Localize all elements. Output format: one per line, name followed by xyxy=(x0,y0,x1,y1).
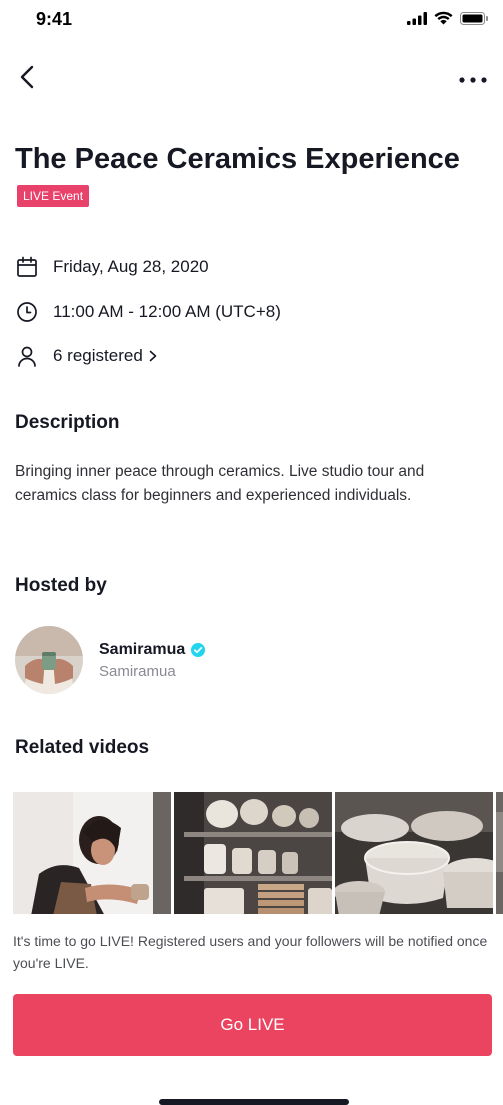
avatar[interactable] xyxy=(15,626,83,694)
registered-users-link[interactable]: 6 registered xyxy=(15,344,157,368)
battery-icon xyxy=(460,11,489,30)
event-title: The Peace Ceramics Experience LIVE Event xyxy=(15,140,485,216)
go-live-footer: It's time to go LIVE! Registered users a… xyxy=(0,914,503,1105)
video-thumbnail[interactable] xyxy=(174,792,332,916)
video-thumbnail[interactable] xyxy=(335,792,493,916)
event-title-text: The Peace Ceramics Experience xyxy=(15,143,460,175)
hosted-by-heading: Hosted by xyxy=(15,575,107,596)
more-options-button[interactable] xyxy=(451,60,495,98)
event-date: Friday, Aug 28, 2020 xyxy=(53,257,209,276)
event-date-row: Friday, Aug 28, 2020 xyxy=(15,255,209,279)
live-event-badge: LIVE Event xyxy=(17,185,90,207)
home-indicator xyxy=(159,1099,349,1105)
related-videos-heading: Related videos xyxy=(15,737,150,758)
back-button[interactable] xyxy=(10,60,44,98)
calendar-icon xyxy=(15,255,39,279)
more-horizontal-icon xyxy=(459,70,487,88)
description-heading: Description xyxy=(15,412,120,433)
host-info: Samiramua Samiramua xyxy=(99,640,206,680)
video-thumbnail[interactable] xyxy=(496,792,503,916)
wifi-icon xyxy=(434,11,453,30)
host-handle: Samiramua xyxy=(99,662,176,680)
chevron-left-icon xyxy=(20,65,34,94)
chevron-right-icon xyxy=(149,350,157,362)
cellular-signal-icon xyxy=(407,11,427,30)
nav-bar xyxy=(0,56,503,102)
video-thumbnail[interactable] xyxy=(13,792,171,916)
status-bar: 9:41 xyxy=(0,0,503,44)
person-icon xyxy=(15,344,39,368)
go-live-notice: It's time to go LIVE! Registered users a… xyxy=(13,933,488,971)
event-time-row: 11:00 AM - 12:00 AM (UTC+8) xyxy=(15,300,281,324)
go-live-button[interactable]: Go LIVE xyxy=(13,994,492,1056)
event-header: The Peace Ceramics Experience LIVE Event xyxy=(15,140,485,216)
description-text: Bringing inner peace through ceramics. L… xyxy=(15,463,425,504)
host-name-row: Samiramua xyxy=(99,640,206,659)
host-profile[interactable]: Samiramua Samiramua xyxy=(15,626,206,694)
status-time: 9:41 xyxy=(36,9,73,29)
clock-icon xyxy=(15,300,39,324)
status-icons xyxy=(407,11,489,30)
verified-badge-icon xyxy=(191,642,206,657)
event-time: 11:00 AM - 12:00 AM (UTC+8) xyxy=(53,302,281,321)
related-videos-strip xyxy=(13,792,503,916)
registered-count: 6 registered xyxy=(53,346,143,365)
host-name: Samiramua xyxy=(99,640,186,658)
